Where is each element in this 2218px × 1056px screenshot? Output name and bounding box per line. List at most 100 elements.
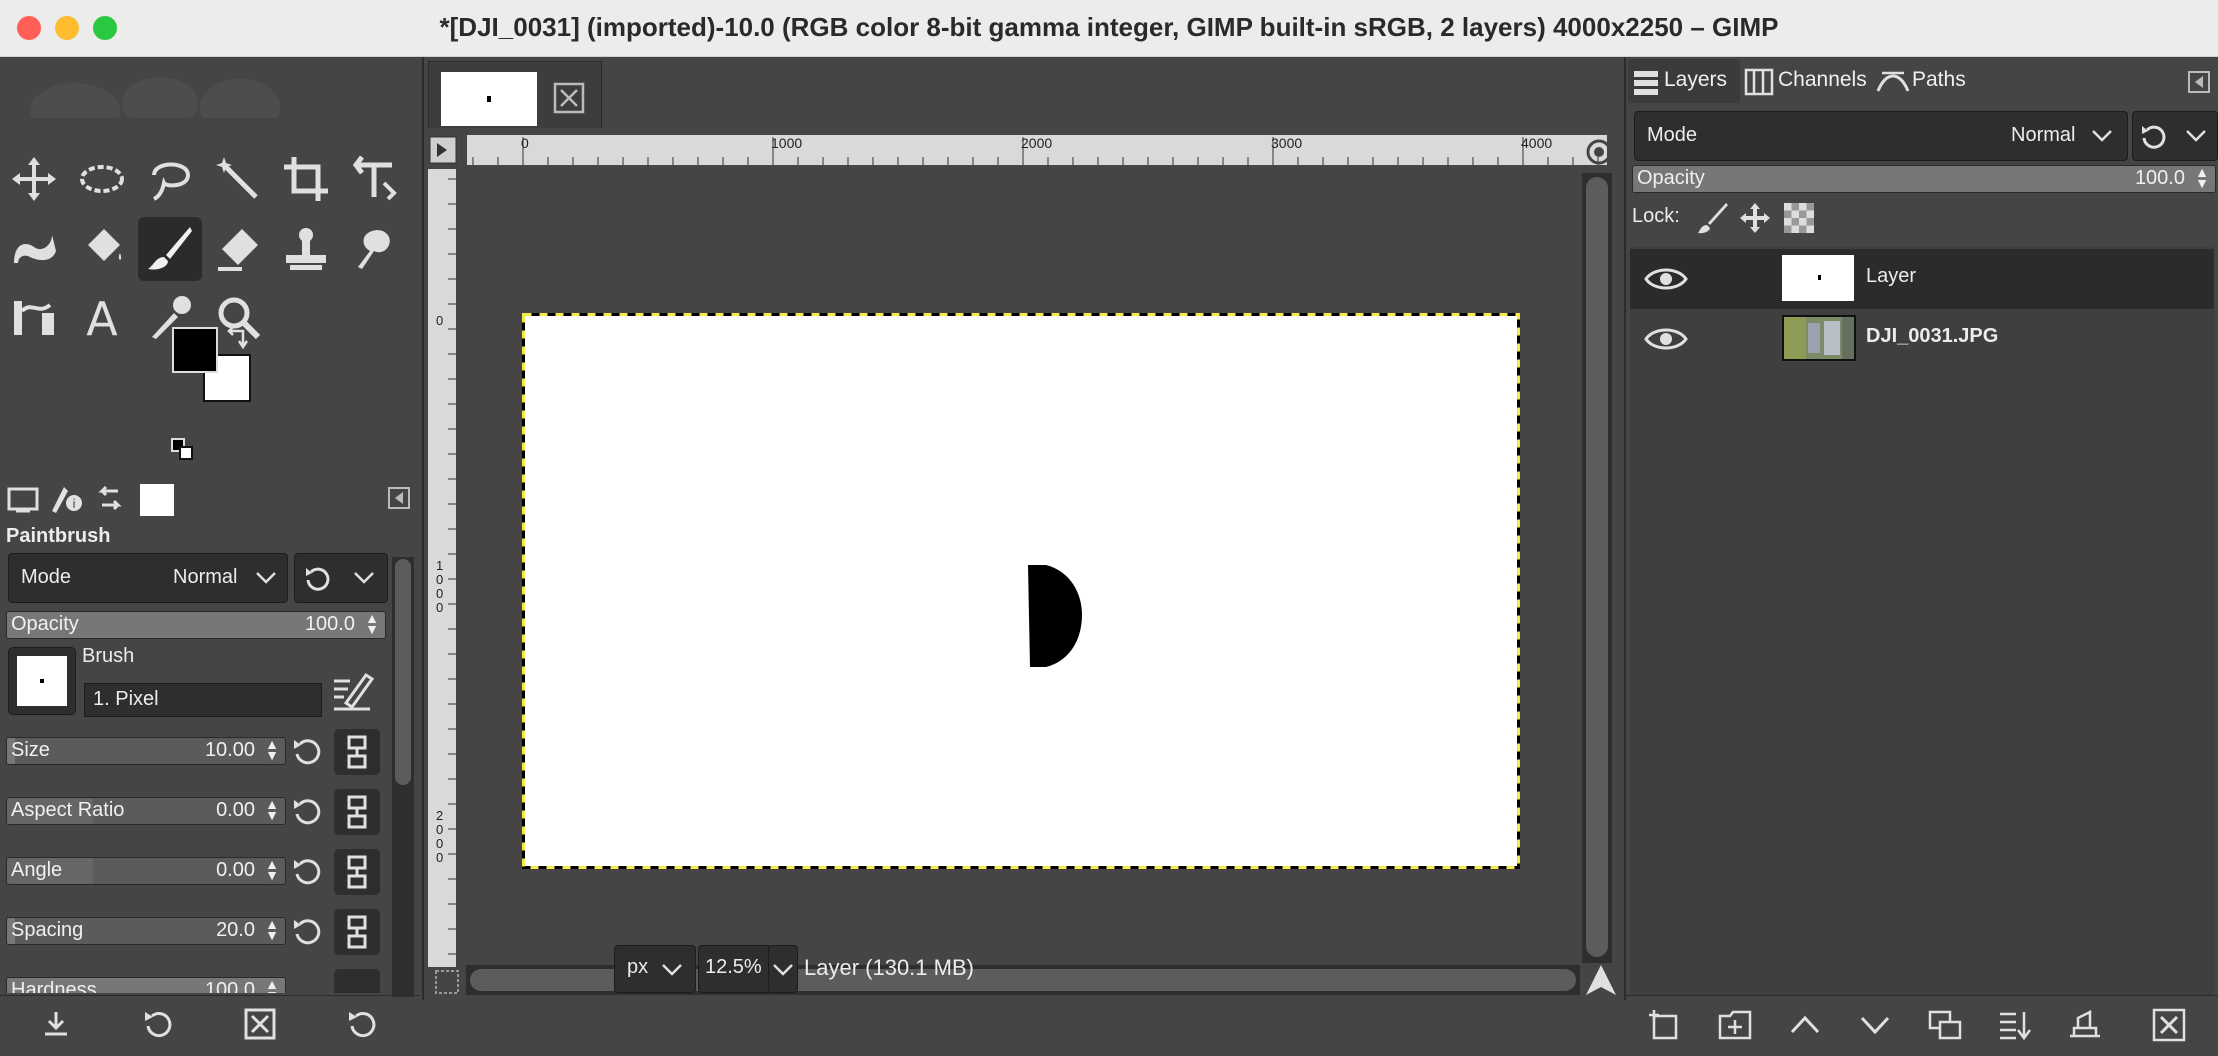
unit-dropdown[interactable]: px [614, 945, 696, 993]
visibility-eye-icon[interactable] [1644, 323, 1688, 355]
delete-layer-icon[interactable] [2152, 1008, 2186, 1042]
save-tool-preset-icon[interactable] [40, 1008, 72, 1040]
spacing-slider[interactable]: Spacing 20.0 ▲ ▼ [6, 917, 286, 945]
zoom-dropdown[interactable] [768, 945, 798, 993]
zoom-image-when-resized-icon[interactable] [1584, 137, 1614, 167]
spin-arrows-icon[interactable]: ▲▼ [265, 858, 279, 882]
default-colors-icon[interactable] [170, 437, 196, 463]
tab-channels[interactable]: Channels [1740, 59, 1872, 103]
navigate-image-icon[interactable] [1584, 963, 1618, 997]
angle-slider[interactable]: Angle 0.00 ▲ ▼ [6, 857, 286, 885]
new-layer-icon[interactable] [1648, 1008, 1682, 1042]
raise-layer-icon[interactable] [1788, 1008, 1822, 1042]
move-tool-icon[interactable] [2, 147, 66, 211]
link-angle-button[interactable] [334, 849, 380, 895]
canvas-viewport[interactable] [460, 169, 1600, 963]
scrollbar-thumb[interactable] [1586, 177, 1608, 957]
image-tab[interactable] [428, 61, 602, 128]
clone-stamp-icon[interactable] [274, 217, 338, 281]
reset-size-icon[interactable] [290, 735, 324, 769]
duplicate-layer-icon[interactable] [1928, 1008, 1962, 1042]
layer-row-selected[interactable]: Layer [1630, 249, 2214, 309]
visibility-eye-icon[interactable] [1644, 263, 1688, 295]
spin-arrows-icon[interactable]: ▲▼ [365, 612, 379, 636]
tool-options-tab-icon[interactable] [6, 483, 40, 515]
layer-name[interactable]: Layer [1866, 265, 1916, 288]
layer-name[interactable]: DJI_0031.JPG [1866, 325, 1998, 348]
brush-name-value: 1. Pixel [93, 688, 159, 710]
layer-row[interactable]: DJI_0031.JPG [1630, 309, 2214, 369]
new-layer-group-icon[interactable] [1718, 1008, 1752, 1042]
size-slider[interactable]: Size 10.00 ▲ ▼ [6, 737, 286, 765]
fuzzy-select-wand-icon[interactable] [206, 147, 270, 211]
spin-arrows-icon[interactable]: ▲▼ [265, 738, 279, 762]
layer-mode-dropdown[interactable]: Mode Normal [1634, 111, 2128, 161]
horizontal-ruler[interactable]: 0 1000 2000 3000 4000 [467, 135, 1607, 165]
text-tool-icon[interactable]: A [70, 285, 134, 349]
warp-transform-icon[interactable] [2, 217, 66, 281]
link-hardness-button[interactable] [334, 969, 380, 993]
vertical-ruler[interactable]: 0 1000 2000 [428, 169, 456, 967]
scrollbar-thumb[interactable] [395, 559, 411, 785]
size-label: Size [11, 739, 50, 761]
image-canvas[interactable] [522, 313, 1520, 869]
configure-dock-icon[interactable] [2188, 71, 2210, 93]
brush-preview-button[interactable] [8, 647, 76, 715]
foreground-color-swatch[interactable] [172, 327, 218, 373]
aspect-ratio-slider[interactable]: Aspect Ratio 0.00 ▲ ▼ [6, 797, 286, 825]
bucket-fill-icon[interactable] [70, 217, 134, 281]
hardness-label: Hardness [11, 979, 97, 993]
paintbrush-icon[interactable] [138, 217, 202, 281]
unified-transform-icon[interactable] [342, 147, 406, 211]
spin-arrows-icon[interactable]: ▲▼ [265, 918, 279, 942]
tool-options-dock-tabs: i [0, 477, 422, 521]
device-status-tab-icon[interactable]: i [48, 483, 84, 515]
spin-arrows-icon[interactable]: ▲▼ [265, 798, 279, 822]
opacity-slider[interactable]: Opacity 100.0 ▲ ▼ [6, 611, 386, 639]
layer-opacity-slider[interactable]: Opacity 100.0 ▲ ▼ [1632, 165, 2216, 193]
merge-layer-icon[interactable] [1998, 1008, 2032, 1042]
tab-paths[interactable]: Paths [1874, 59, 1984, 103]
canvas-vertical-scrollbar[interactable] [1582, 173, 1612, 963]
tab-layers[interactable]: Layers [1628, 59, 1740, 103]
lock-label: Lock: [1632, 205, 1680, 227]
crop-icon[interactable] [274, 147, 338, 211]
close-tab-icon[interactable] [553, 82, 585, 114]
ellipse-select-icon[interactable] [70, 147, 134, 211]
zoom-field[interactable]: 12.5% [698, 945, 772, 993]
hardness-slider[interactable]: Hardness 100.0 ▲▼ [6, 977, 286, 993]
tool-options-scrollbar[interactable] [392, 557, 414, 997]
spin-arrows-icon[interactable]: ▲▼ [2195, 166, 2209, 190]
reset-aspect-ratio-icon[interactable] [290, 795, 324, 829]
paths-tool-icon[interactable] [2, 285, 66, 349]
reset-mode-dropdown[interactable] [294, 553, 388, 603]
toggle-quick-mask-icon[interactable] [434, 969, 460, 995]
link-spacing-button[interactable] [334, 909, 380, 955]
reset-spacing-icon[interactable] [290, 915, 324, 949]
paint-mode-dropdown[interactable]: Mode Normal [8, 553, 288, 603]
swap-colors-icon[interactable] [225, 325, 253, 351]
images-tab-thumbnail[interactable] [140, 484, 174, 516]
smudge-icon[interactable] [342, 217, 406, 281]
reset-angle-icon[interactable] [290, 855, 324, 889]
configure-dock-icon[interactable] [388, 487, 410, 509]
edit-brush-icon[interactable] [330, 669, 374, 713]
eraser-icon[interactable] [206, 217, 270, 281]
lock-position-move-icon[interactable] [1738, 201, 1772, 235]
lock-pixels-brush-icon[interactable] [1696, 201, 1730, 235]
spin-arrows-icon[interactable]: ▲▼ [265, 978, 279, 993]
link-aspect-ratio-button[interactable] [334, 789, 380, 835]
chain-link-icon [347, 735, 367, 769]
free-select-lasso-icon[interactable] [138, 147, 202, 211]
undo-history-tab-icon[interactable] [92, 483, 128, 515]
layer-composite-dropdown[interactable] [2132, 111, 2218, 161]
quick-mask-menu-icon[interactable] [428, 135, 460, 169]
restore-tool-preset-icon[interactable] [142, 1008, 174, 1040]
lower-layer-icon[interactable] [1858, 1008, 1892, 1042]
reset-tool-options-icon[interactable] [346, 1008, 378, 1040]
brush-name-field[interactable]: 1. Pixel [84, 683, 322, 717]
layer-mask-icon[interactable] [2068, 1008, 2102, 1042]
lock-alpha-checker-icon[interactable] [1782, 201, 1816, 235]
delete-tool-preset-icon[interactable] [244, 1008, 276, 1040]
link-size-button[interactable] [334, 729, 380, 775]
